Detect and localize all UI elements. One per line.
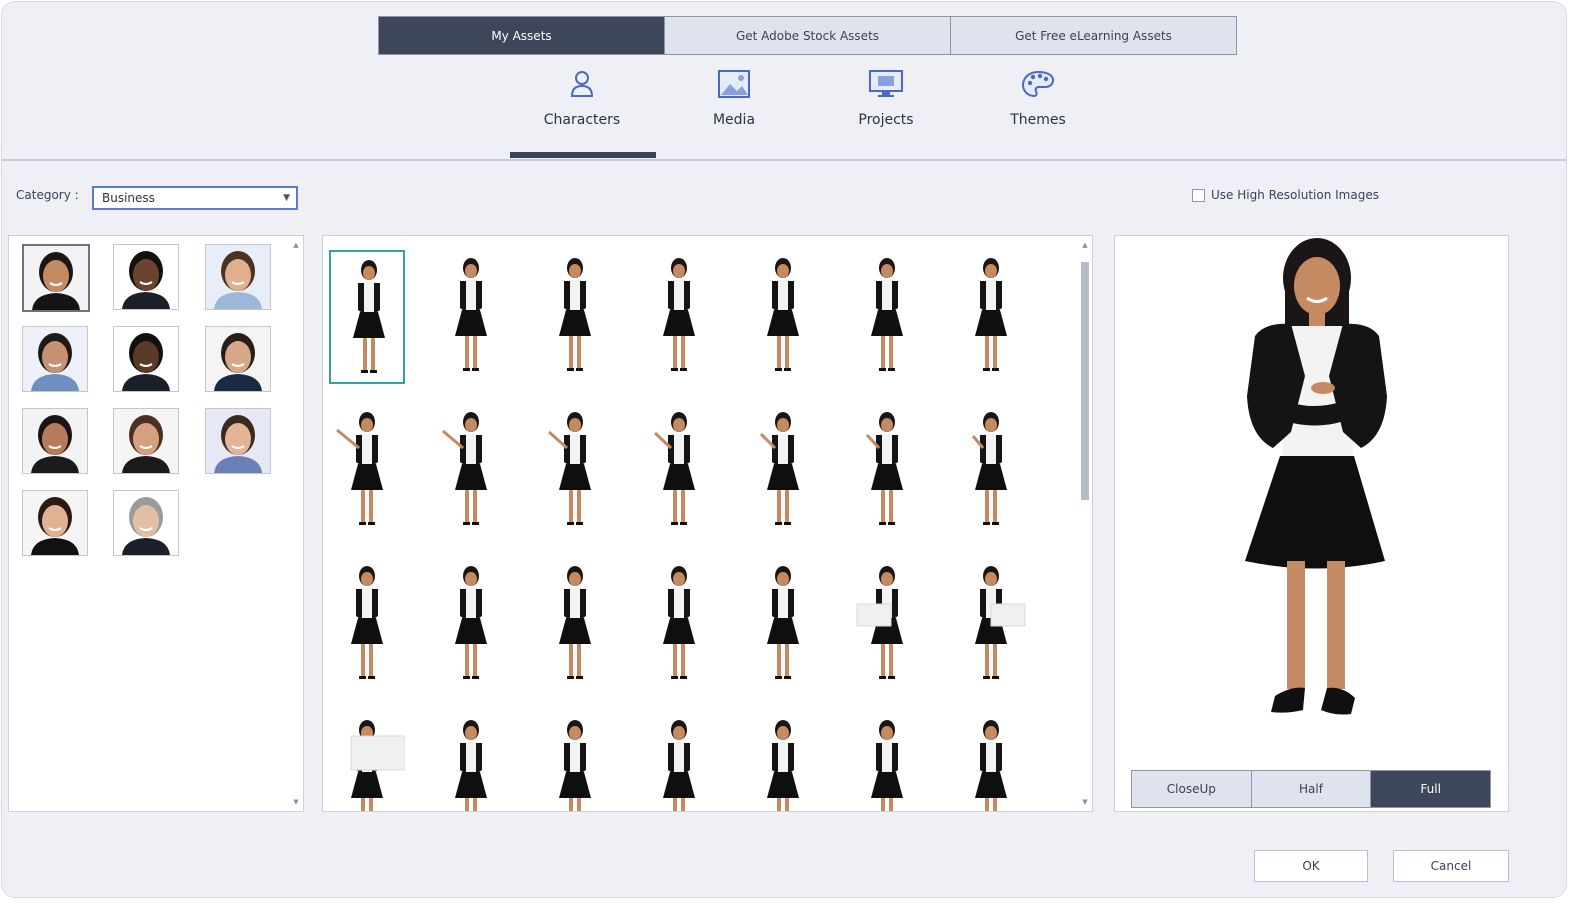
nav-themes-label: Themes <box>1010 112 1066 128</box>
pose-thumbnail[interactable] <box>641 404 717 538</box>
closeup-button[interactable]: CloseUp <box>1132 771 1252 807</box>
pose-thumbnail[interactable] <box>745 712 821 811</box>
scrollbar-thumb[interactable] <box>1081 262 1089 500</box>
category-dropdown[interactable]: Business ▼ <box>92 186 298 210</box>
pose-thumbnail[interactable] <box>329 250 405 384</box>
pose-thumbnail[interactable] <box>537 404 613 538</box>
asset-dialog: My Assets Get Adobe Stock Assets Get Fre… <box>1 1 1567 898</box>
source-tabs: My Assets Get Adobe Stock Assets Get Fre… <box>378 16 1237 55</box>
character-thumbnail[interactable] <box>113 326 179 392</box>
tab-free-elearning[interactable]: Get Free eLearning Assets <box>951 17 1236 54</box>
category-selected-value: Business <box>102 191 155 205</box>
nav-divider <box>2 159 1566 161</box>
nav-characters-label: Characters <box>543 112 621 128</box>
pose-thumbnail[interactable] <box>953 250 1029 384</box>
pose-thumbnail[interactable] <box>745 250 821 384</box>
hires-checkbox[interactable] <box>1192 188 1205 202</box>
character-thumbnail[interactable] <box>113 490 179 556</box>
half-button[interactable]: Half <box>1251 771 1372 807</box>
pose-thumbnail[interactable] <box>329 558 405 692</box>
chevron-down-icon: ▼ <box>283 193 290 203</box>
pose-thumbnail[interactable] <box>953 558 1029 692</box>
pose-thumbnail[interactable] <box>433 250 509 384</box>
view-mode-buttons: CloseUp Half Full <box>1131 770 1491 808</box>
scroll-down-icon[interactable]: ▼ <box>1080 797 1090 807</box>
character-thumbnail[interactable] <box>205 326 271 392</box>
hires-option[interactable]: Use High Resolution Images <box>1192 188 1379 202</box>
preview-panel: CloseUp Half Full <box>1114 235 1509 812</box>
pose-thumbnail[interactable] <box>433 404 509 538</box>
character-thumbnail[interactable] <box>22 490 88 556</box>
pose-thumbnail[interactable] <box>953 404 1029 538</box>
asset-type-nav: Characters Media Projects Themes <box>508 60 1128 160</box>
cancel-button[interactable]: Cancel <box>1393 850 1509 882</box>
character-thumbnail[interactable] <box>205 408 271 474</box>
nav-projects[interactable]: Projects <box>812 60 960 158</box>
character-thumbnail[interactable] <box>113 408 179 474</box>
nav-media-label: Media <box>712 112 756 128</box>
tab-my-assets[interactable]: My Assets <box>379 17 665 54</box>
palette-icon <box>1020 66 1056 102</box>
tab-adobe-stock[interactable]: Get Adobe Stock Assets <box>665 17 951 54</box>
scroll-down-icon[interactable]: ▼ <box>291 797 301 807</box>
pose-thumbnail[interactable] <box>849 558 925 692</box>
pose-thumbnail[interactable] <box>433 558 509 692</box>
pose-thumbnail[interactable] <box>849 250 925 384</box>
character-thumbnail[interactable] <box>205 244 271 310</box>
character-thumbnail[interactable] <box>22 244 90 312</box>
pose-thumbnail[interactable] <box>745 558 821 692</box>
character-thumbnail[interactable] <box>22 408 88 474</box>
pose-thumbnail[interactable] <box>641 558 717 692</box>
pose-thumbnail[interactable] <box>537 558 613 692</box>
monitor-icon <box>868 66 904 102</box>
nav-themes[interactable]: Themes <box>964 60 1112 158</box>
ok-button[interactable]: OK <box>1254 850 1368 882</box>
pose-thumbnail[interactable] <box>849 404 925 538</box>
full-button[interactable]: Full <box>1371 771 1491 807</box>
hires-label: Use High Resolution Images <box>1211 188 1379 202</box>
nav-media[interactable]: Media <box>660 60 808 158</box>
pose-thumbnail[interactable] <box>329 404 405 538</box>
nav-characters[interactable]: Characters <box>508 60 656 158</box>
character-preview-image <box>1245 238 1387 715</box>
pose-thumbnail[interactable] <box>537 250 613 384</box>
pose-thumbnail[interactable] <box>953 712 1029 811</box>
scroll-up-icon[interactable]: ▲ <box>1080 240 1090 250</box>
character-thumbnail[interactable] <box>22 326 88 392</box>
pose-thumbnail[interactable] <box>537 712 613 811</box>
pose-grid-panel: ▲ ▼ <box>322 235 1093 812</box>
scroll-up-icon[interactable]: ▲ <box>291 240 301 250</box>
character-list-scrollbar[interactable]: ▲ ▼ <box>291 240 301 807</box>
pose-thumbnail[interactable] <box>433 712 509 811</box>
category-label: Category : <box>16 188 79 202</box>
pose-thumbnail[interactable] <box>329 712 406 811</box>
nav-projects-label: Projects <box>858 112 914 128</box>
pose-grid-scrollbar[interactable]: ▲ ▼ <box>1080 240 1090 807</box>
pose-thumbnail[interactable] <box>745 404 821 538</box>
person-icon <box>564 66 600 102</box>
character-list-panel: ▲ ▼ <box>8 235 304 812</box>
pose-thumbnail[interactable] <box>641 712 717 811</box>
pose-thumbnail[interactable] <box>641 250 717 384</box>
image-icon <box>716 66 752 102</box>
character-thumbnail[interactable] <box>113 244 179 310</box>
pose-thumbnail[interactable] <box>849 712 925 811</box>
